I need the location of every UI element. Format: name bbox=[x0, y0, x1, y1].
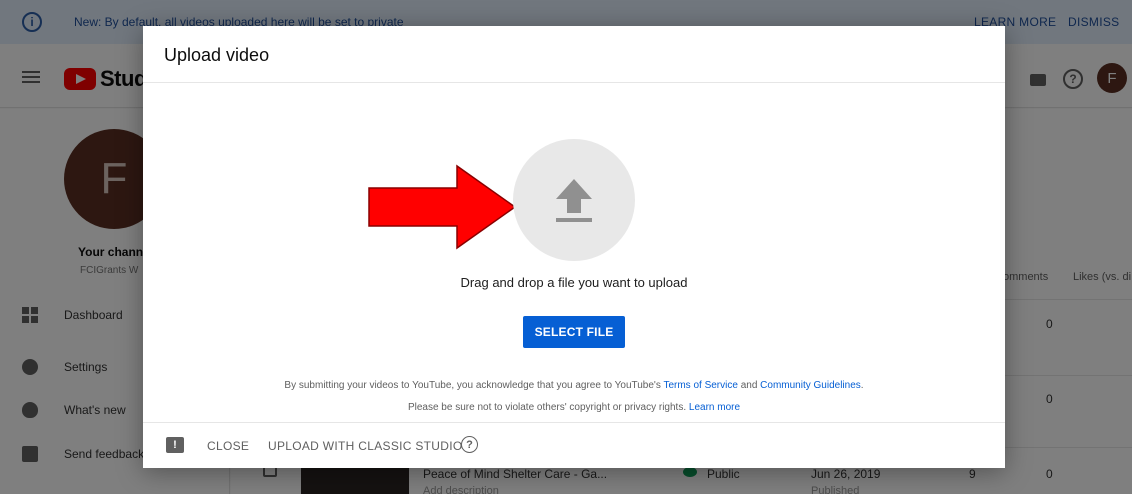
learn-more-link[interactable]: Learn more bbox=[689, 402, 740, 413]
dialog-header: Upload video bbox=[143, 26, 1005, 83]
select-file-button[interactable]: SELECT FILE bbox=[523, 316, 625, 348]
terms-prefix: By submitting your videos to YouTube, yo… bbox=[284, 380, 664, 391]
terms-suffix: . bbox=[860, 380, 864, 391]
terms-notice: By submitting your videos to YouTube, yo… bbox=[143, 380, 1005, 391]
dialog-title: Upload video bbox=[164, 45, 270, 65]
upload-video-dialog: Upload video Drag and drop a file you wa… bbox=[143, 26, 1005, 468]
copyright-notice: Please be sure not to violate others' co… bbox=[143, 402, 1005, 413]
feedback-icon[interactable]: ! bbox=[166, 437, 184, 453]
help-icon[interactable]: ? bbox=[461, 436, 478, 453]
drag-drop-text: Drag and drop a file you want to upload bbox=[460, 275, 688, 290]
copyright-text: Please be sure not to violate others' co… bbox=[407, 402, 689, 413]
red-arrow-icon bbox=[368, 164, 517, 250]
close-button[interactable]: CLOSE bbox=[207, 439, 249, 453]
dialog-footer: ! CLOSE UPLOAD WITH CLASSIC STUDIO ? bbox=[143, 422, 1005, 468]
terms-of-service-link[interactable]: Terms of Service bbox=[663, 380, 737, 391]
upload-arrow-icon bbox=[556, 179, 592, 222]
community-guidelines-link[interactable]: Community Guidelines bbox=[760, 380, 861, 391]
terms-and: and bbox=[737, 380, 761, 391]
upload-with-classic-studio-button[interactable]: UPLOAD WITH CLASSIC STUDIO bbox=[268, 439, 463, 453]
upload-drop-zone[interactable] bbox=[513, 139, 635, 261]
